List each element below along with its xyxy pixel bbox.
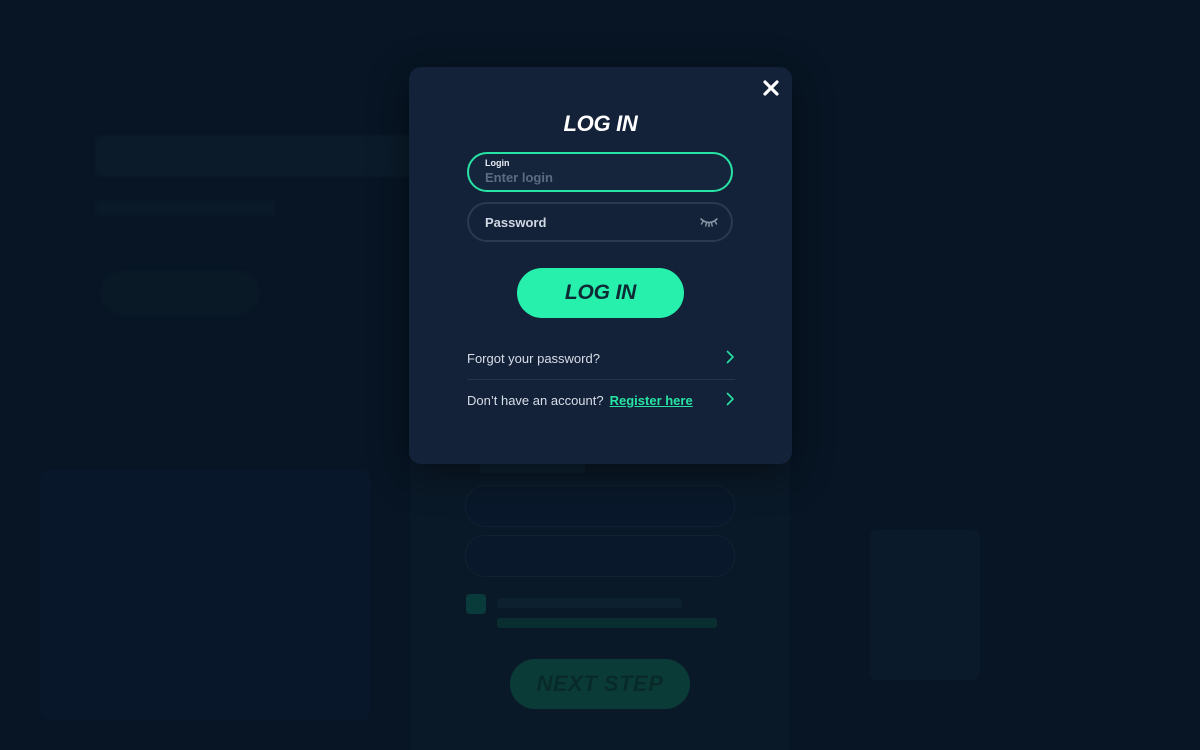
login-modal: LOG IN Login Enter login Password LOG IN… (409, 67, 792, 464)
no-account-text: Don’t have an account? (467, 392, 604, 408)
background-hero-button (100, 270, 260, 316)
divider (467, 379, 735, 380)
login-field-label: Login (485, 158, 510, 168)
chevron-right-icon (726, 392, 734, 406)
background-password-field (465, 535, 735, 577)
background-right-card (870, 530, 980, 680)
forgot-password-text: Forgot your password? (467, 350, 600, 366)
close-icon (763, 80, 779, 96)
chevron-right-icon (726, 350, 734, 364)
background-email-field (465, 485, 735, 527)
login-submit-button[interactable]: LOG IN (517, 268, 684, 318)
background-next-step-button: NEXT STEP (510, 659, 690, 709)
modal-title: LOG IN (563, 111, 638, 136)
close-button[interactable] (761, 78, 781, 98)
login-placeholder: Enter login (485, 170, 553, 185)
forgot-password-row[interactable]: Forgot your password? (467, 347, 735, 369)
password-input[interactable]: Password (467, 202, 733, 242)
background-hero-subtitle (95, 200, 275, 216)
background-field-label (480, 463, 585, 473)
background-hero-title (95, 135, 425, 177)
background-left-card (40, 470, 370, 720)
background-terms-links (497, 618, 717, 628)
background-terms-text (497, 598, 682, 608)
register-link[interactable]: Register here (610, 393, 693, 408)
password-placeholder: Password (485, 215, 547, 230)
login-input[interactable]: Login Enter login (467, 152, 733, 192)
eye-closed-icon[interactable] (699, 216, 719, 228)
register-row[interactable]: Don’t have an account? Register here (467, 389, 735, 411)
background-terms-checkbox (466, 594, 486, 614)
